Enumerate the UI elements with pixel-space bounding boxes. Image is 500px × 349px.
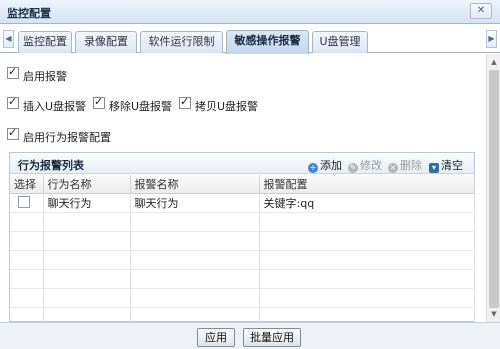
close-icon[interactable]: ✕ (470, 3, 492, 19)
tab-usb-management[interactable]: U盘管理 (312, 31, 368, 53)
table-row-empty (10, 212, 475, 232)
edit-button[interactable]: ✎ 修改 (348, 157, 382, 173)
apply-button[interactable]: 应用 (197, 328, 235, 347)
behavior-alarm-table: 选择 行为名称 报警名称 报警配置 聊天行为 聊天行为 关键字:qq (10, 175, 475, 327)
delete-icon: × (388, 163, 398, 173)
scroll-up-icon[interactable]: ▲ (488, 56, 500, 68)
column-header-select[interactable]: 选择 (10, 175, 44, 194)
batch-apply-button[interactable]: 批量应用 (243, 328, 301, 347)
tab-software-limit[interactable]: 软件运行限制 (140, 31, 223, 53)
insert-usb-alarm-checkbox[interactable] (7, 95, 19, 109)
footer-bar: 应用 批量应用 (0, 322, 500, 349)
add-button[interactable]: + 添加 (308, 157, 342, 173)
enable-behavior-alarm-checkbox[interactable] (7, 126, 19, 140)
behavior-name-cell: 聊天行为 (43, 193, 131, 213)
delete-button[interactable]: × 删除 (388, 157, 422, 173)
enable-behavior-alarm-label: 启用行为报警配置 (23, 131, 111, 144)
table-row-empty (10, 269, 475, 289)
behavior-alarm-panel: 行为报警列表 + 添加 ✎ 修改 × 删除 ▾ 清空 选择 行为名称 报警名称 报警配置 (9, 152, 475, 327)
delete-label: 删除 (400, 159, 422, 172)
column-header-behavior-name[interactable]: 行为名称 (43, 175, 131, 194)
tab-scroll-left-icon[interactable]: ◀ (3, 30, 14, 48)
table-row[interactable]: 聊天行为 聊天行为 关键字:qq (10, 193, 475, 213)
tab-scroll-right-icon[interactable]: ▶ (486, 30, 497, 48)
add-icon: + (308, 163, 318, 173)
clear-label: 清空 (441, 159, 463, 172)
clear-button[interactable]: ▾ 清空 (429, 157, 463, 173)
scrollbar-thumb[interactable] (489, 70, 499, 308)
enable-alarm-checkbox[interactable] (7, 65, 19, 79)
copy-usb-alarm-label: 拷贝U盘报警 (195, 100, 259, 113)
column-header-alarm-config[interactable]: 报警配置 (259, 175, 475, 194)
window-title: 监控配置 (7, 7, 51, 20)
insert-usb-alarm-label: 插入U盘报警 (23, 100, 87, 113)
tab-monitor-config[interactable]: 监控配置 (18, 31, 72, 53)
remove-usb-alarm-label: 移除U盘报警 (109, 100, 173, 113)
scroll-down-icon[interactable]: ▼ (488, 308, 500, 320)
tab-strip: ◀ 监控配置 录像配置 软件运行限制 敏感操作报警 U盘管理 ▶ (0, 25, 500, 54)
tab-recording-config[interactable]: 录像配置 (75, 31, 137, 53)
table-row-empty (10, 250, 475, 270)
behavior-alarm-list-title: 行为报警列表 (18, 159, 84, 172)
clear-icon: ▾ (429, 163, 439, 173)
vertical-scrollbar[interactable]: ▲ ▼ (486, 54, 500, 322)
copy-usb-alarm-checkbox[interactable] (179, 95, 191, 109)
behavior-alarm-panel-header: 行为报警列表 + 添加 ✎ 修改 × 删除 ▾ 清空 (10, 153, 474, 174)
alarm-name-cell: 聊天行为 (130, 193, 260, 213)
alarm-config-cell: 关键字:qq (259, 193, 475, 213)
row-select-checkbox[interactable] (18, 196, 30, 208)
tab-sensitive-alarm[interactable]: 敏感操作报警 (226, 30, 309, 54)
edit-icon: ✎ (348, 163, 358, 173)
column-header-alarm-name[interactable]: 报警名称 (130, 175, 260, 194)
table-row-empty (10, 288, 475, 308)
remove-usb-alarm-checkbox[interactable] (93, 95, 105, 109)
window-title-bar: 监控配置 ✕ (0, 0, 500, 24)
table-row-empty (10, 231, 475, 251)
enable-alarm-label: 启用报警 (23, 70, 67, 83)
edit-label: 修改 (360, 159, 382, 172)
table-header-row: 选择 行为名称 报警名称 报警配置 (10, 175, 475, 194)
add-label: 添加 (320, 159, 342, 172)
